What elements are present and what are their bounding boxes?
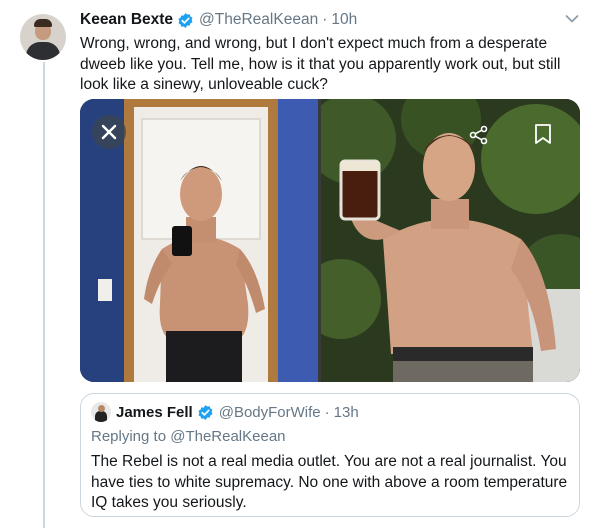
quoted-tweet[interactable]: James Fell @BodyForWife · 13h Replying t… [80,393,580,517]
replying-to: Replying to @TheRealKeean [91,428,286,445]
verified-badge-icon [178,12,193,28]
quoted-author-name[interactable]: James Fell [116,404,193,421]
chevron-down-icon[interactable] [565,14,579,24]
replying-mention[interactable]: @TheRealKeean [170,428,285,445]
media-grid[interactable] [80,99,580,382]
quoted-tweet-text: The Rebel is not a real media outlet. Yo… [91,453,568,511]
replying-prefix: Replying to [91,428,167,445]
tweet-header: Keean Bexte @TheRealKeean · 10h [80,11,357,29]
author-handle[interactable]: @TheRealKeean [199,11,318,29]
quoted-avatar[interactable] [91,402,111,422]
timestamp[interactable]: 10h [331,11,357,29]
close-icon [101,124,117,140]
separator-dot: · [324,403,330,421]
separator-dot: · [322,11,328,28]
verified-badge-icon [198,404,213,420]
avatar[interactable] [20,14,66,60]
bookmark-icon[interactable] [534,123,552,145]
tweet-text: Wrong, wrong, and wrong, but I don't exp… [80,35,561,93]
quoted-tweet-header: James Fell @BodyForWife · 13h [91,402,359,422]
quoted-author-handle[interactable]: @BodyForWife [219,404,321,421]
close-button[interactable] [92,115,126,149]
author-name[interactable]: Keean Bexte [80,11,173,29]
quoted-timestamp[interactable]: 13h [334,404,359,421]
thread-line [43,62,45,528]
share-icon[interactable] [468,124,490,146]
